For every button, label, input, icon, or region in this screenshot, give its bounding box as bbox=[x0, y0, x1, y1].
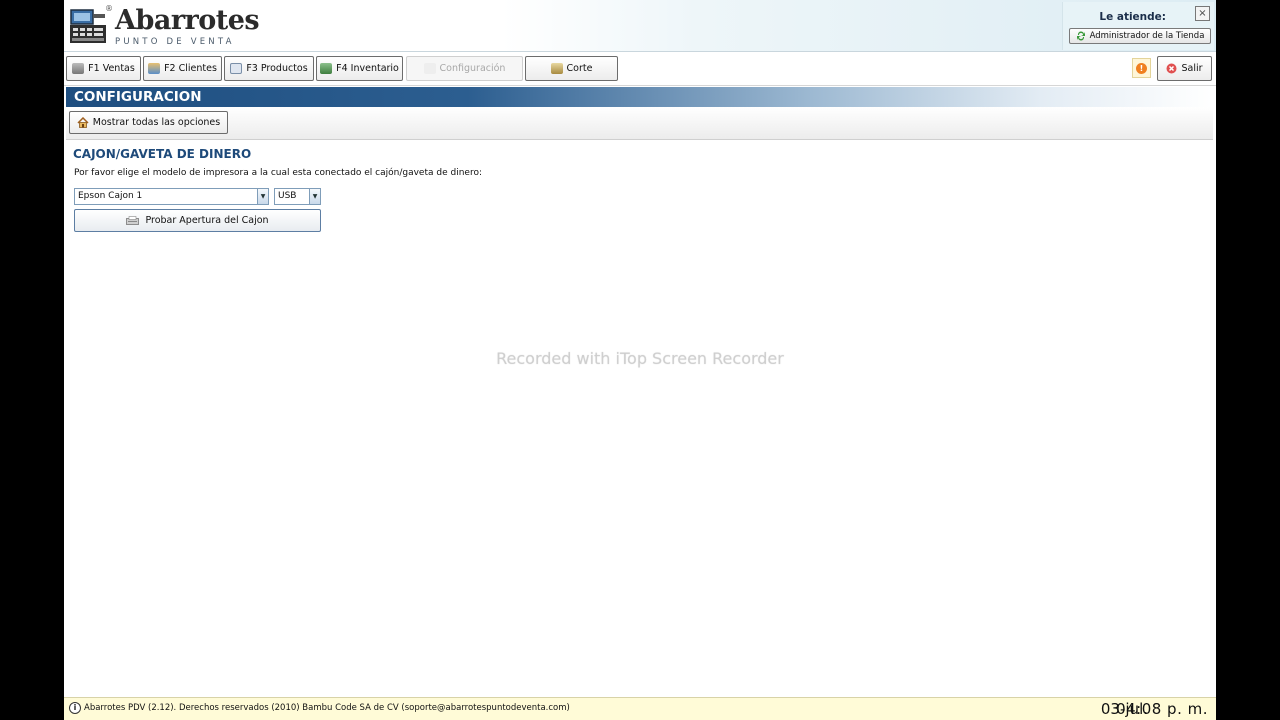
inventory-button-label: F4 Inventario bbox=[336, 63, 399, 74]
recorder-watermark: Recorded with iTop Screen Recorder bbox=[496, 349, 784, 368]
sales-button[interactable]: F1 Ventas bbox=[66, 56, 141, 81]
products-button-label: F3 Productos bbox=[246, 63, 308, 74]
cart-icon bbox=[72, 63, 85, 74]
cash-register-icon bbox=[70, 9, 106, 43]
status-bar: i Abarrotes PDV (2.12). Derechos reserva… bbox=[64, 697, 1216, 720]
registered-mark: ® bbox=[105, 4, 113, 13]
clients-button[interactable]: F2 Clientes bbox=[143, 56, 222, 81]
app-window: ® Abarrotes PUNTO DE VENTA Le atiende: ×… bbox=[64, 0, 1216, 720]
logo-title: Abarrotes bbox=[115, 5, 260, 36]
cut-button-label: Corte bbox=[566, 63, 593, 74]
exit-icon bbox=[1166, 63, 1177, 74]
inventory-icon bbox=[320, 63, 333, 74]
logo-subtitle: PUNTO DE VENTA bbox=[115, 37, 235, 47]
footer-time: 04:08 p. m. bbox=[1116, 700, 1208, 718]
show-all-options-label: Mostrar todas las opciones bbox=[92, 117, 221, 128]
drawer-section-title: CAJON/GAVETA DE DINERO bbox=[73, 147, 252, 161]
config-icon bbox=[423, 63, 436, 74]
home-icon bbox=[77, 117, 89, 128]
exit-button[interactable]: Salir bbox=[1157, 56, 1212, 81]
config-button-label: Configuración bbox=[439, 63, 506, 74]
clients-icon bbox=[148, 63, 161, 74]
cut-icon bbox=[550, 63, 563, 74]
toolbar: F1 Ventas F2 Clientes F3 Productos F4 In… bbox=[64, 53, 1216, 86]
header: ® Abarrotes PUNTO DE VENTA Le atiende: ×… bbox=[64, 0, 1216, 52]
user-button[interactable]: Administrador de la Tienda bbox=[1069, 28, 1211, 44]
printer-icon bbox=[126, 216, 140, 225]
exit-button-label: Salir bbox=[1181, 63, 1203, 74]
chevron-down-icon[interactable]: ▼ bbox=[257, 189, 268, 204]
drawer-description: Por favor elige el modelo de impresora a… bbox=[74, 168, 482, 178]
alert-glyph: ! bbox=[1136, 62, 1147, 74]
sales-button-label: F1 Ventas bbox=[88, 63, 135, 74]
printer-model-value: Epson Cajon 1 bbox=[78, 191, 143, 201]
info-icon: i bbox=[69, 702, 81, 714]
products-button[interactable]: F3 Productos bbox=[224, 56, 314, 81]
user-button-label: Administrador de la Tienda bbox=[1089, 31, 1205, 41]
section-title: CONFIGURACION bbox=[66, 87, 1213, 107]
config-content: CAJON/GAVETA DE DINERO Por favor elige e… bbox=[64, 141, 1216, 696]
printer-model-select[interactable]: Epson Cajon 1 ▼ bbox=[74, 188, 269, 205]
clients-button-label: F2 Clientes bbox=[164, 63, 217, 74]
test-drawer-button[interactable]: Probar Apertura del Cajon bbox=[74, 209, 321, 232]
port-value: USB bbox=[278, 191, 297, 201]
products-icon bbox=[230, 63, 243, 74]
test-drawer-label: Probar Apertura del Cajon bbox=[145, 215, 269, 226]
cut-button[interactable]: Corte bbox=[525, 56, 618, 81]
chevron-down-icon[interactable]: ▼ bbox=[309, 189, 320, 204]
config-button[interactable]: Configuración bbox=[406, 56, 523, 81]
show-all-options-button[interactable]: Mostrar todas las opciones bbox=[69, 111, 228, 134]
attendant-label: Le atiende: bbox=[1099, 11, 1166, 23]
footer-info-text: Abarrotes PDV (2.12). Derechos reservado… bbox=[84, 703, 570, 713]
section-subbar: Mostrar todas las opciones bbox=[66, 107, 1213, 140]
switch-user-icon bbox=[1076, 31, 1085, 41]
inventory-button[interactable]: F4 Inventario bbox=[316, 56, 403, 81]
port-select[interactable]: USB ▼ bbox=[274, 188, 321, 205]
close-button[interactable]: × bbox=[1195, 6, 1210, 21]
alert-icon[interactable]: ! bbox=[1132, 58, 1151, 78]
